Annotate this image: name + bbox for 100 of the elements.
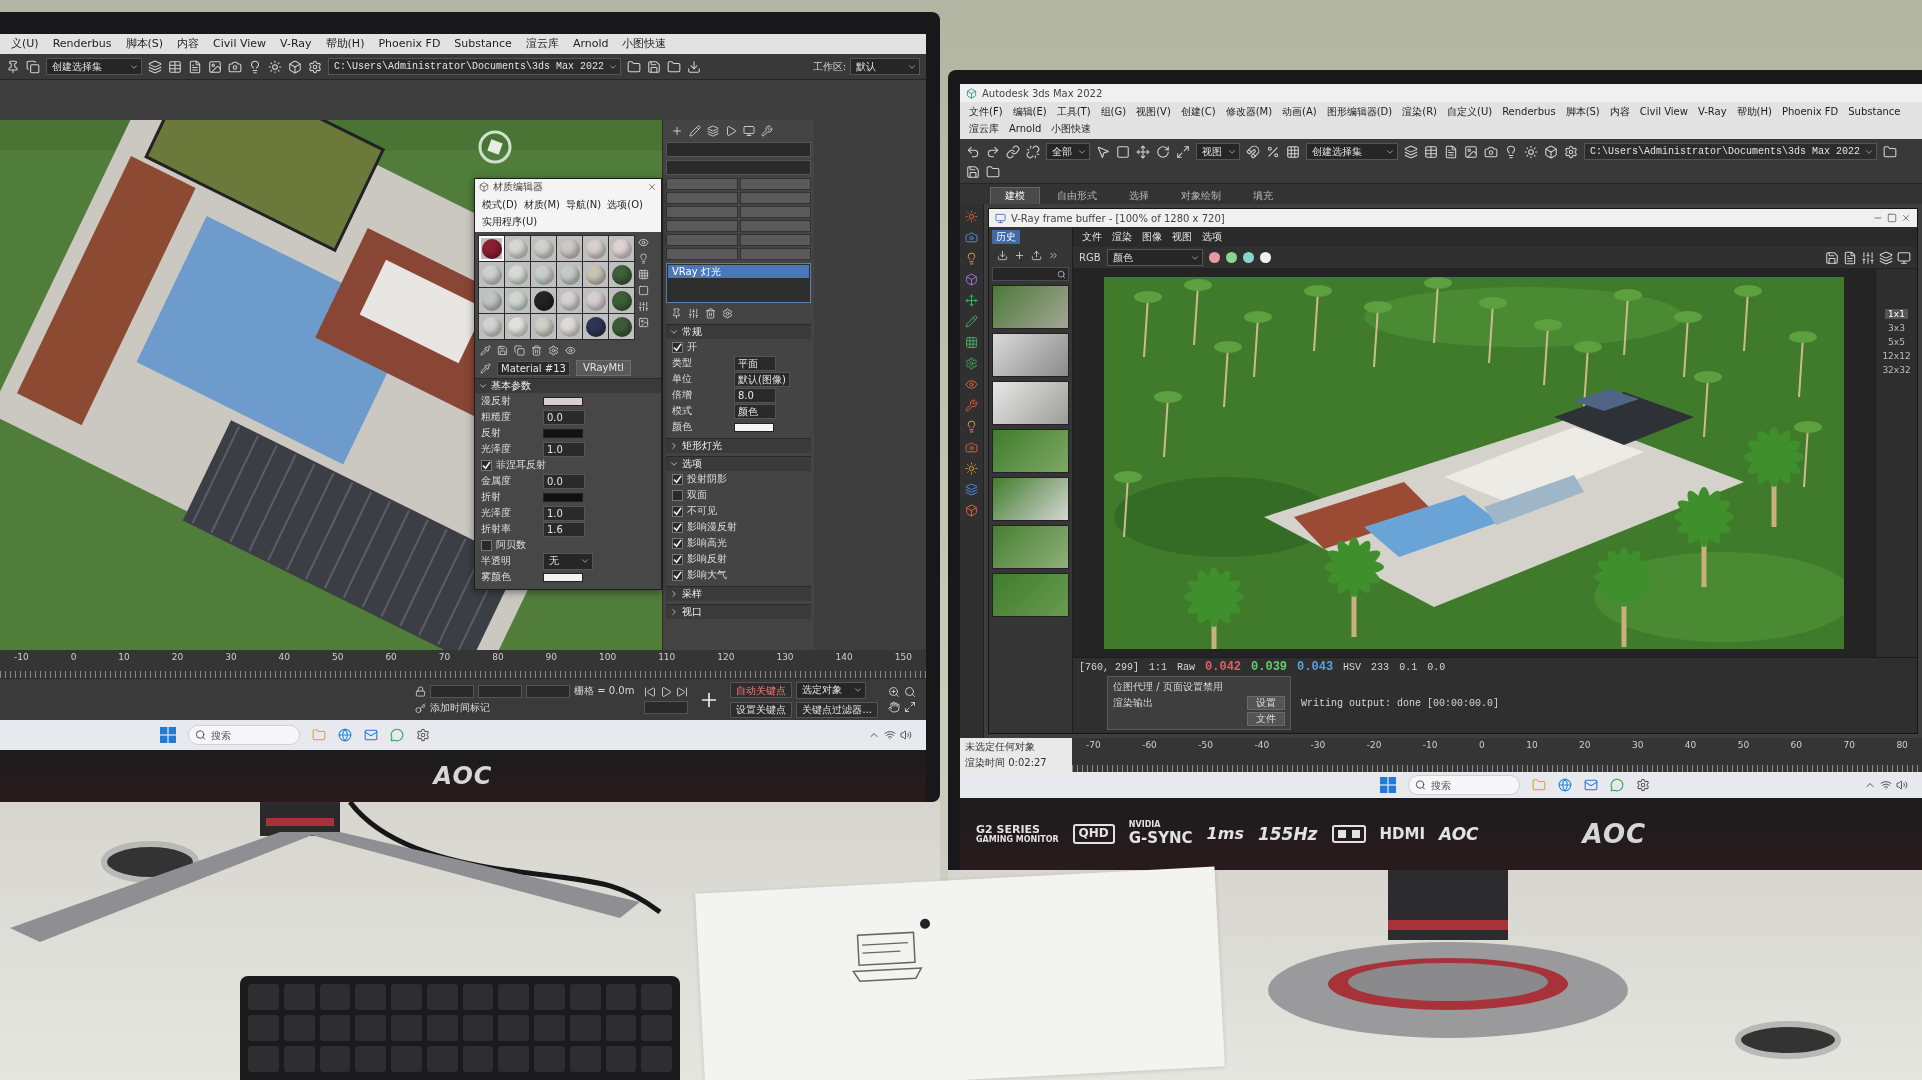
layers-icon[interactable] bbox=[965, 483, 978, 496]
menu-item[interactable]: 内容 bbox=[170, 36, 207, 52]
menu-item[interactable]: Phoenix FD bbox=[371, 36, 448, 52]
view-cube-icon[interactable] bbox=[478, 130, 512, 164]
value-field[interactable]: 默认(图像) bbox=[734, 371, 790, 387]
set-key-button[interactable]: 设置关键点 bbox=[730, 701, 793, 718]
popup-button[interactable]: 设置 bbox=[1247, 696, 1285, 710]
value-field[interactable]: 0.0 bbox=[543, 409, 585, 425]
sliders-icon[interactable] bbox=[688, 308, 699, 319]
menu-item[interactable]: 渲染 bbox=[1107, 229, 1137, 245]
folder-icon[interactable] bbox=[986, 165, 1000, 179]
coordinate-field[interactable] bbox=[526, 684, 571, 698]
maximize-icon[interactable] bbox=[904, 701, 916, 713]
layers-icon[interactable] bbox=[148, 59, 162, 74]
rollout-header[interactable]: 视口 bbox=[666, 604, 811, 619]
folder-icon[interactable] bbox=[1883, 144, 1898, 159]
menu-item[interactable]: 实用程序(U) bbox=[479, 214, 541, 230]
rollout-header[interactable]: 基本参数 bbox=[475, 378, 661, 393]
checkbox[interactable] bbox=[672, 521, 683, 533]
coordinate-field[interactable] bbox=[430, 684, 475, 698]
checkbox[interactable] bbox=[481, 459, 492, 471]
eye-icon[interactable] bbox=[638, 237, 649, 248]
popup-button[interactable]: 文件 bbox=[1247, 712, 1285, 726]
selection-filter-dropdown[interactable]: 全部 bbox=[1046, 143, 1090, 160]
value-field[interactable]: 平面 bbox=[734, 355, 776, 371]
lightbulb-icon[interactable] bbox=[965, 252, 978, 265]
ribbon-tab[interactable]: 对象绘制 bbox=[1166, 187, 1236, 204]
menu-item[interactable]: 内容 bbox=[1604, 104, 1635, 120]
checkbox[interactable] bbox=[672, 569, 683, 581]
pin-icon[interactable] bbox=[6, 59, 20, 74]
folder-icon[interactable] bbox=[627, 59, 642, 74]
redo-icon[interactable] bbox=[986, 144, 1000, 159]
grid-icon[interactable] bbox=[1286, 144, 1300, 159]
table-icon[interactable] bbox=[1424, 144, 1438, 159]
start-menu-icon[interactable] bbox=[1380, 777, 1396, 793]
menu-item[interactable]: 视图 bbox=[1167, 229, 1197, 245]
sun-icon[interactable] bbox=[1524, 144, 1538, 159]
caret-icon[interactable] bbox=[669, 327, 679, 337]
play-icon[interactable] bbox=[660, 685, 673, 698]
timeline-ruler[interactable]: -70 -60 -50 -40 -30 -20 -10 0 10 20 30 40 50 60 70 80 bbox=[1072, 738, 1922, 772]
ribbon-tab[interactable]: 自由形式 bbox=[1042, 187, 1112, 204]
copy-icon[interactable] bbox=[514, 345, 525, 356]
checkbox[interactable] bbox=[672, 489, 683, 501]
key-mode-dropdown[interactable]: 选定对象 bbox=[796, 681, 867, 699]
sample-size-option[interactable]: 3x3 bbox=[1885, 323, 1908, 333]
checkbox[interactable] bbox=[672, 341, 683, 353]
pipette-icon[interactable] bbox=[480, 362, 491, 374]
menu-item[interactable]: 义(U) bbox=[4, 36, 46, 52]
menu-item[interactable]: 材质(M) bbox=[520, 197, 563, 213]
history-thumbnail[interactable] bbox=[992, 381, 1069, 425]
save-icon[interactable] bbox=[497, 345, 508, 356]
channel-dot-icon[interactable] bbox=[1242, 252, 1254, 263]
move-icon[interactable] bbox=[1136, 144, 1150, 159]
lightbulb-icon[interactable] bbox=[1504, 144, 1518, 159]
menu-item[interactable]: 图像 bbox=[1137, 229, 1167, 245]
menu-item[interactable]: Phoenix FD bbox=[1776, 104, 1844, 120]
settings-icon[interactable] bbox=[416, 728, 430, 742]
mail-icon[interactable] bbox=[1584, 778, 1598, 792]
checkbox[interactable] bbox=[481, 539, 492, 551]
box-icon[interactable] bbox=[965, 273, 978, 286]
menu-item[interactable]: 工具(T) bbox=[1051, 104, 1096, 120]
save-icon[interactable] bbox=[1825, 250, 1839, 265]
menu-item[interactable]: 动画(A) bbox=[1277, 104, 1322, 120]
document-icon[interactable] bbox=[1843, 250, 1857, 265]
sun-icon[interactable] bbox=[965, 210, 978, 223]
menu-item[interactable]: 组(G) bbox=[1095, 104, 1132, 120]
skip-back-icon[interactable] bbox=[644, 685, 657, 698]
settings-icon[interactable] bbox=[1636, 778, 1650, 792]
history-thumbnail[interactable] bbox=[992, 429, 1069, 473]
menu-item[interactable]: 小图快速 bbox=[615, 36, 674, 52]
channel-dot-icon[interactable] bbox=[1208, 252, 1220, 263]
menu-item[interactable]: 视图(V) bbox=[1131, 104, 1176, 120]
timeline-ruler[interactable]: -10 0 10 20 30 40 50 60 70 80 90 100 110 120 130 140 150 bbox=[0, 650, 926, 678]
wifi-icon[interactable] bbox=[1880, 779, 1892, 791]
box-icon[interactable] bbox=[965, 504, 978, 517]
menu-item[interactable]: 渲云库 bbox=[518, 36, 566, 52]
menu-item[interactable]: 帮助(H) bbox=[318, 36, 372, 52]
rollout-header[interactable]: 常规 bbox=[666, 324, 811, 339]
menu-item[interactable]: 选项(O) bbox=[604, 197, 646, 213]
pencil-icon[interactable] bbox=[965, 315, 978, 328]
play-icon[interactable] bbox=[725, 125, 737, 137]
pin-icon[interactable] bbox=[671, 308, 682, 319]
caret-icon[interactable] bbox=[853, 685, 864, 695]
project-path-field[interactable]: C:\Users\Administrator\Documents\3ds Max 2022 bbox=[328, 58, 622, 75]
settings-icon[interactable] bbox=[965, 357, 978, 370]
table-icon[interactable] bbox=[168, 59, 182, 74]
coordinate-field[interactable] bbox=[478, 684, 523, 698]
history-thumbnail[interactable] bbox=[992, 477, 1069, 521]
menu-item[interactable]: 创建(C) bbox=[1175, 104, 1221, 120]
sample-size-option[interactable]: 12x12 bbox=[1879, 351, 1914, 361]
undo-icon[interactable] bbox=[966, 144, 980, 159]
move-icon[interactable] bbox=[965, 294, 978, 307]
menu-item[interactable]: 文件 bbox=[1077, 229, 1107, 245]
camera-icon[interactable] bbox=[1484, 144, 1498, 159]
checkbox[interactable] bbox=[672, 505, 683, 517]
sun-icon[interactable] bbox=[268, 59, 282, 74]
globe-icon[interactable] bbox=[338, 728, 352, 742]
sun-icon[interactable] bbox=[965, 462, 978, 475]
param-dropdown[interactable]: 无 bbox=[543, 552, 593, 570]
menu-item[interactable]: 自定义(U) bbox=[1442, 104, 1498, 120]
